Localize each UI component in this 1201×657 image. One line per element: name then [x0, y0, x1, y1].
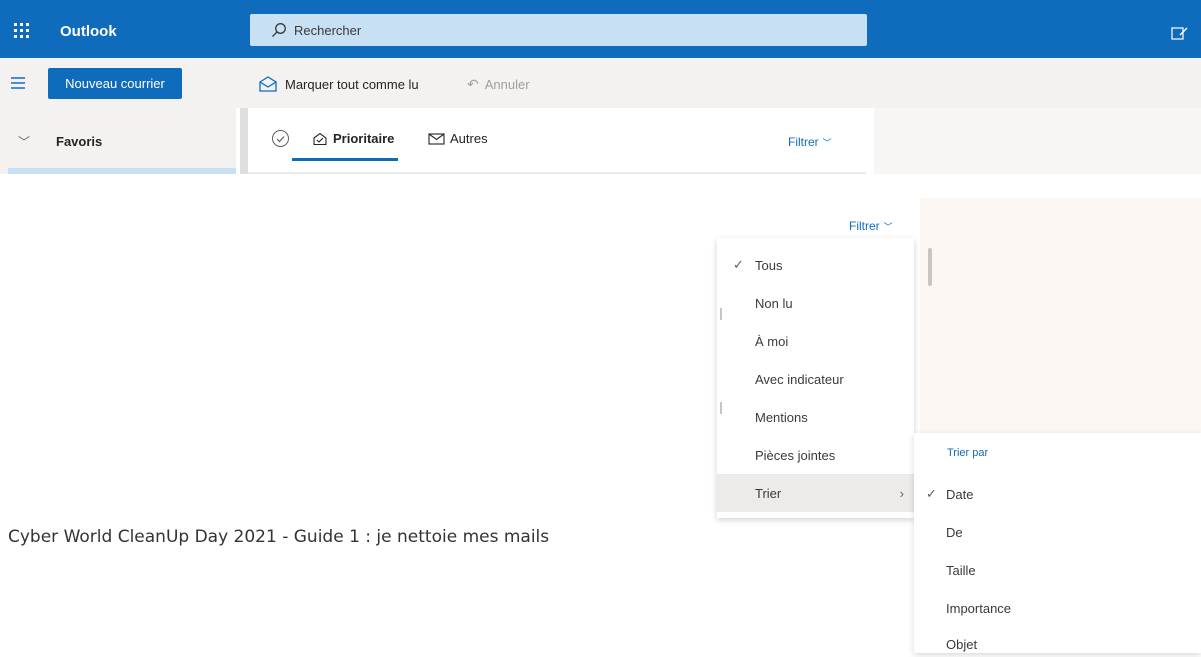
undo-icon: ↶	[467, 75, 479, 92]
selected-folder-highlight[interactable]	[8, 168, 236, 174]
filter-label: Filtrer	[849, 219, 880, 233]
divider	[248, 172, 866, 174]
checkmark-icon: ✓	[926, 486, 937, 501]
tab-other-label: Autres	[450, 131, 488, 146]
menu-item-label: De	[946, 524, 963, 540]
chevron-down-icon: ﹀	[822, 137, 832, 148]
chevron-down-icon: ﹀	[883, 221, 893, 232]
checkmark-icon: ✓	[733, 257, 744, 272]
mail-icon	[428, 133, 445, 145]
chevron-down-icon: ﹀	[18, 134, 31, 149]
envelope-open-icon	[259, 76, 277, 92]
menu-item-label: Avec indicateur	[755, 371, 844, 387]
divider	[720, 402, 722, 414]
filter-option-a-moi[interactable]: À moi	[717, 322, 914, 360]
undo-label: Annuler	[484, 76, 530, 92]
scrollbar[interactable]	[928, 248, 932, 286]
sort-submenu	[914, 433, 1201, 653]
filter-option-tous[interactable]: ✓ Tous	[717, 246, 914, 284]
active-tab-indicator	[292, 158, 398, 161]
app-header: Outlook Rechercher	[0, 0, 1201, 58]
filter-dropdown-menu: ✓ Tous Non lu À moi Avec indicateur Ment…	[717, 238, 914, 518]
undo-button[interactable]: ↶ Annuler	[467, 73, 530, 95]
divider	[720, 308, 722, 320]
search-box[interactable]: Rechercher	[250, 14, 867, 46]
reading-pane	[874, 108, 1201, 174]
menu-item-label: Mentions	[755, 409, 808, 425]
filter-button-open[interactable]: Filtrer ﹀	[849, 219, 893, 233]
menu-item-label: À moi	[755, 333, 789, 349]
menu-item-label: Pièces jointes	[755, 447, 836, 463]
sort-submenu-header: Trier par	[947, 447, 989, 459]
app-brand[interactable]: Outlook	[60, 23, 117, 40]
favorites-section-header[interactable]: ﹀ Favoris	[0, 124, 236, 158]
select-all-checkbox[interactable]	[272, 130, 289, 147]
search-placeholder: Rechercher	[294, 22, 362, 38]
filter-button[interactable]: Filtrer ﹀	[788, 135, 832, 149]
menu-item-label: Taille	[946, 562, 976, 578]
page-caption: Cyber World CleanUp Day 2021 - Guide 1 :…	[8, 527, 550, 547]
tab-other[interactable]: Autres	[428, 131, 488, 146]
filter-option-non-lu[interactable]: Non lu	[717, 284, 914, 322]
filter-option-avec-indicateur[interactable]: Avec indicateur	[717, 360, 914, 398]
chevron-right-icon: ›	[899, 485, 904, 501]
filter-option-mentions[interactable]: Mentions	[717, 398, 914, 436]
focused-inbox-icon	[313, 132, 327, 145]
filter-option-pieces-jointes[interactable]: Pièces jointes	[717, 436, 914, 474]
pane-splitter[interactable]	[240, 108, 248, 174]
search-icon	[264, 22, 294, 38]
filter-option-trier[interactable]: Trier ›	[717, 474, 914, 512]
filter-label: Filtrer	[788, 135, 819, 149]
compose-icon[interactable]	[1171, 26, 1189, 42]
mark-all-read-button[interactable]: Marquer tout comme lu	[258, 73, 419, 95]
app-launcher-icon[interactable]	[0, 12, 42, 48]
menu-item-label: Date	[946, 486, 974, 502]
menu-item-label: Trier	[755, 485, 782, 501]
tab-focused[interactable]: Prioritaire	[312, 131, 394, 146]
menu-item-label: Tous	[755, 257, 783, 273]
reading-pane-preview	[920, 198, 1201, 434]
mark-all-read-label: Marquer tout comme lu	[285, 76, 419, 92]
menu-item-label: Importance	[946, 600, 1012, 616]
menu-item-label: Objet	[946, 636, 978, 652]
menu-item-label: Non lu	[755, 295, 793, 311]
new-mail-button[interactable]: Nouveau courrier	[48, 68, 182, 99]
favorites-label: Favoris	[56, 133, 103, 149]
hamburger-menu-icon[interactable]	[10, 76, 26, 95]
tab-focused-label: Prioritaire	[333, 131, 395, 146]
